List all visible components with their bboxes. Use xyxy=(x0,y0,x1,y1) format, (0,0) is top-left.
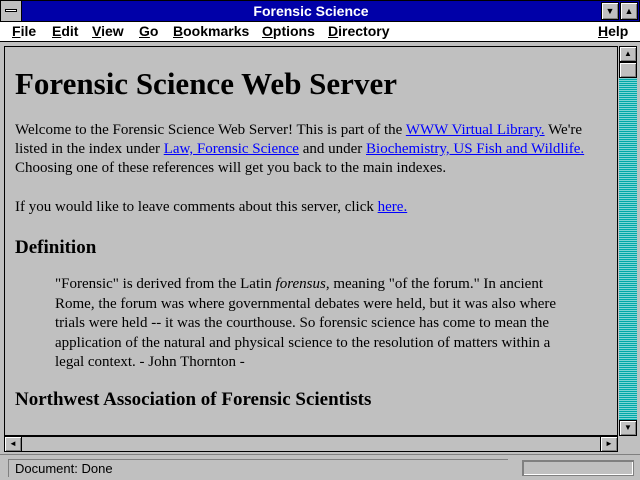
intro-text-3: and under xyxy=(298,141,367,157)
intro-text-4: Choosing one of these references will ge… xyxy=(15,160,447,176)
menu-bookmarks-label: ookmarks xyxy=(183,23,250,39)
minimize-button[interactable]: ▼ xyxy=(601,2,619,20)
menu-view-label: iew xyxy=(101,23,124,39)
intro-paragraph: Welcome to the Forensic Science Web Serv… xyxy=(15,121,611,178)
maximize-button[interactable]: ▲ xyxy=(620,2,638,20)
menu-directory[interactable]: Directory xyxy=(328,23,389,39)
link-biochemistry-fish-wildlife[interactable]: Biochemistry, US Fish and Wildlife. xyxy=(366,141,584,157)
menu-view-mnemonic: V xyxy=(92,23,102,39)
scroll-up-button[interactable]: ▲ xyxy=(619,46,637,62)
definition-latin-term: forensus xyxy=(275,276,326,292)
menu-view[interactable]: View xyxy=(92,23,124,39)
menu-options-mnemonic: O xyxy=(262,23,273,39)
scrollbar-corner xyxy=(619,436,637,452)
page-title: Forensic Science Web Server xyxy=(15,66,397,101)
menu-edit-mnemonic: E xyxy=(52,23,62,39)
menu-go[interactable]: Go xyxy=(139,23,158,39)
scroll-right-button[interactable]: ► xyxy=(600,436,618,452)
link-comments-here[interactable]: here. xyxy=(378,199,408,215)
menu-help[interactable]: Help xyxy=(598,23,628,39)
progress-indicator xyxy=(522,460,634,476)
menu-edit[interactable]: Edit xyxy=(52,23,78,39)
menu-options-label: ptions xyxy=(272,23,315,39)
intro-text-1: Welcome to the Forensic Science Web Serv… xyxy=(15,122,406,138)
menu-file-mnemonic: F xyxy=(12,23,21,39)
menu-directory-mnemonic: D xyxy=(328,23,339,39)
menu-go-mnemonic: G xyxy=(139,23,150,39)
title-bar: Forensic Science ▼ ▲ xyxy=(0,0,640,22)
section-nwafs-heading: Northwest Association of Forensic Scient… xyxy=(15,388,372,410)
menu-directory-label: irectory xyxy=(338,23,390,39)
status-bar: Document: Done xyxy=(0,454,640,480)
menu-bookmarks[interactable]: Bookmarks xyxy=(173,23,249,39)
menu-bookmarks-mnemonic: B xyxy=(173,23,184,39)
definition-heading: Definition xyxy=(15,237,97,258)
menu-file-label: ile xyxy=(20,23,37,39)
status-text: Document: Done xyxy=(8,459,508,477)
document-content: Forensic Science Web Server Welcome to t… xyxy=(15,47,611,427)
vertical-scroll-thumb[interactable] xyxy=(619,62,637,78)
vertical-scrollbar[interactable]: ▲ ▼ xyxy=(619,46,637,436)
comments-paragraph: If you would like to leave comments abou… xyxy=(15,198,611,217)
menu-help-label: elp xyxy=(608,23,629,39)
menu-edit-label: dit xyxy=(61,23,79,39)
system-menu-icon xyxy=(5,9,17,12)
menu-help-mnemonic: H xyxy=(598,23,609,39)
definition-text-1: "Forensic" is derived from the Latin xyxy=(55,276,276,292)
definition-quote: "Forensic" is derived from the Latin for… xyxy=(55,275,565,373)
menu-bar: File Edit View Go Bookmarks Options Dire… xyxy=(0,22,640,42)
scroll-left-button[interactable]: ◄ xyxy=(4,436,22,452)
link-www-virtual-library[interactable]: WWW Virtual Library. xyxy=(406,122,545,138)
document-viewport: Forensic Science Web Server Welcome to t… xyxy=(4,46,618,436)
comments-text: If you would like to leave comments abou… xyxy=(15,199,378,215)
menu-go-label: o xyxy=(149,23,159,39)
horizontal-scroll-track[interactable] xyxy=(21,437,601,451)
menu-file[interactable]: File xyxy=(12,23,36,39)
horizontal-scrollbar[interactable]: ◄ ► xyxy=(4,436,618,452)
menu-options[interactable]: Options xyxy=(262,23,315,39)
vertical-scroll-track[interactable] xyxy=(619,46,637,436)
link-law-forensic-science[interactable]: Law, Forensic Science xyxy=(164,141,299,157)
window-title: Forensic Science xyxy=(253,3,369,19)
system-menu-button[interactable] xyxy=(1,1,22,21)
scroll-down-button[interactable]: ▼ xyxy=(619,420,637,436)
